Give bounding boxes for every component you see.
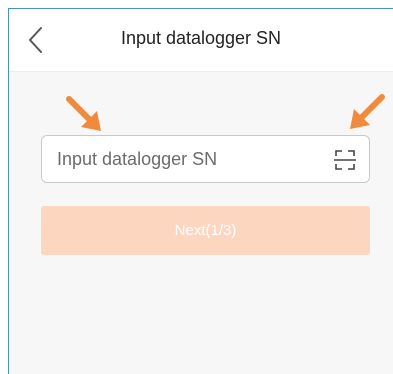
next-button[interactable]: Next(1/3) [41,206,370,255]
sn-input[interactable] [42,136,327,182]
page-title: Input datalogger SN [120,28,282,48]
app-screen: Input datalogger SN Next(1/3) [8,8,393,374]
scan-frame-icon[interactable] [333,148,357,172]
sn-input-container [41,135,370,183]
arrow-down-right-icon [66,96,101,131]
arrow-down-left-icon [350,94,385,129]
header-bar: Input datalogger SN [9,9,393,72]
